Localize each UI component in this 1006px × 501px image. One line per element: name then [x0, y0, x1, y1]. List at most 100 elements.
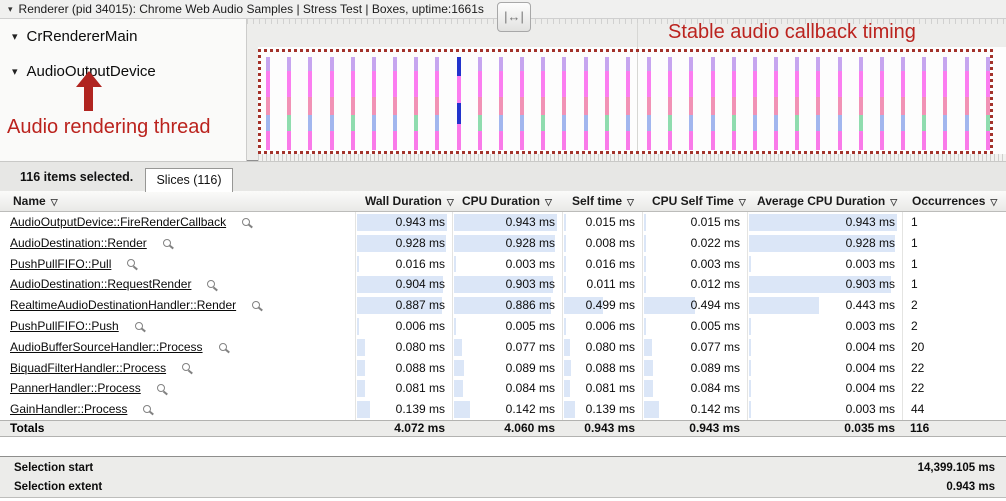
- duration-cell: 0.004 ms: [747, 358, 902, 379]
- selection-start-label: Selection start: [14, 459, 93, 478]
- occurrences-cell: 1: [902, 233, 1006, 254]
- zoom-to-selection-button[interactable]: |↔|: [497, 2, 531, 32]
- totals-label: Totals: [0, 421, 355, 436]
- duration-cell: 0.008 ms: [562, 233, 642, 254]
- magnifier-icon[interactable]: [252, 301, 260, 309]
- magnifier-icon[interactable]: [219, 343, 227, 351]
- value-bar: [454, 401, 470, 418]
- name-cell: AudioOutputDevice::FireRenderCallback: [0, 212, 355, 233]
- magnifier-icon[interactable]: [242, 218, 250, 226]
- table-row[interactable]: PushPullFIFO::Pull0.016 ms0.003 ms0.016 …: [0, 254, 1006, 275]
- sort-triangle-icon[interactable]: ▽: [739, 197, 746, 207]
- collapse-triangle-icon[interactable]: ▾: [8, 4, 13, 15]
- column-header-self[interactable]: Self time▽: [562, 191, 642, 211]
- column-header-name[interactable]: Name ▽: [0, 191, 355, 211]
- tab-slices[interactable]: Slices (116): [145, 168, 233, 192]
- column-header-cpu[interactable]: CPU Duration▽: [452, 191, 562, 211]
- sort-triangle-icon[interactable]: ▽: [627, 197, 634, 207]
- duration-cell: 0.012 ms: [642, 274, 747, 295]
- sort-triangle-icon[interactable]: ▽: [890, 197, 897, 207]
- slice-name-link[interactable]: RealtimeAudioDestinationHandler::Render: [10, 298, 236, 312]
- occurrences-cell: 22: [902, 358, 1006, 379]
- duration-cell: 0.035 ms: [747, 421, 902, 436]
- duration-cell: 0.080 ms: [355, 337, 452, 358]
- slice-name-link[interactable]: AudioDestination::RequestRender: [10, 277, 191, 291]
- value-bar: [644, 380, 653, 397]
- column-header-occ[interactable]: Occurrences▽: [902, 191, 1006, 211]
- duration-value: 0.084 ms: [506, 378, 555, 399]
- duration-value: 0.943 ms: [584, 421, 635, 436]
- selection-info-bar: 116 items selected. Slices (116): [0, 161, 1006, 191]
- magnifier-icon[interactable]: [157, 384, 165, 392]
- table-row[interactable]: AudioBufferSourceHandler::Process 0.080 m…: [0, 337, 1006, 358]
- name-cell: BiquadFilterHandler::Process: [0, 358, 355, 379]
- table-row[interactable]: BiquadFilterHandler::Process0.088 ms0.08…: [0, 358, 1006, 379]
- value-bar: [564, 318, 566, 335]
- occurrences-cell: 1: [902, 274, 1006, 295]
- value-bar: [357, 339, 365, 356]
- slice-name-link[interactable]: GainHandler::Process: [10, 402, 127, 416]
- thread-audiooutputdevice[interactable]: ▾ AudioOutputDevice: [0, 59, 246, 83]
- magnifier-icon[interactable]: [163, 239, 171, 247]
- duration-value: 0.081 ms: [586, 378, 635, 399]
- duration-cell: 4.060 ms: [452, 421, 562, 436]
- duration-value: 0.006 ms: [586, 316, 635, 337]
- duration-cell: 0.139 ms: [355, 399, 452, 420]
- duration-cell: 0.003 ms: [747, 316, 902, 337]
- duration-value: 0.928 ms: [506, 233, 555, 254]
- table-row[interactable]: PannerHandler::Process 0.081 ms 0.084 ms 0.…: [0, 378, 1006, 399]
- duration-cell: 0.006 ms: [355, 316, 452, 337]
- column-header-label: Name: [13, 194, 46, 208]
- table-row[interactable]: AudioOutputDevice::FireRenderCallback 0.9…: [0, 212, 1006, 233]
- magnifier-icon[interactable]: [127, 259, 135, 267]
- slice-name-link[interactable]: PannerHandler::Process: [10, 381, 141, 395]
- slice-name-link[interactable]: AudioDestination::Render: [10, 236, 147, 250]
- magnifier-icon[interactable]: [135, 322, 143, 330]
- table-row[interactable]: PushPullFIFO::Push0.006 ms0.005 ms0.006 …: [0, 316, 1006, 337]
- magnifier-icon[interactable]: [143, 405, 151, 413]
- table-row[interactable]: GainHandler::Process0.139 ms0.142 ms0.13…: [0, 399, 1006, 420]
- duration-value: 0.015 ms: [586, 212, 635, 233]
- trace-track-area[interactable]: Stable audio callback timing: [247, 19, 1006, 161]
- occurrences-cell: 2: [902, 295, 1006, 316]
- collapse-triangle-icon[interactable]: ▾: [12, 30, 18, 43]
- duration-value: 0.081 ms: [396, 378, 445, 399]
- name-cell: RealtimeAudioDestinationHandler::Render: [0, 295, 355, 316]
- slice-name-link[interactable]: AudioBufferSourceHandler::Process: [10, 340, 203, 354]
- slice-name-link[interactable]: PushPullFIFO::Push: [10, 319, 119, 333]
- selection-extent-value: 0.943 ms: [946, 478, 995, 497]
- value-bar: [357, 256, 359, 273]
- duration-value: 0.016 ms: [586, 254, 635, 275]
- duration-cell: 0.088 ms: [562, 358, 642, 379]
- magnifier-icon[interactable]: [182, 363, 190, 371]
- duration-value: 0.903 ms: [506, 274, 555, 295]
- table-row[interactable]: RealtimeAudioDestinationHandler::Render 0…: [0, 295, 1006, 316]
- collapse-triangle-icon[interactable]: ▾: [12, 65, 18, 78]
- value-bar: [644, 235, 646, 252]
- column-header-avg[interactable]: Average CPU Duration▽: [747, 191, 902, 211]
- slice-name-link[interactable]: PushPullFIFO::Pull: [10, 257, 111, 271]
- table-row[interactable]: AudioDestination::RequestRender0.904 ms0…: [0, 274, 1006, 295]
- column-header-wall[interactable]: Wall Duration▽: [355, 191, 452, 211]
- value-bar: [357, 380, 365, 397]
- duration-value: 0.499 ms: [586, 295, 635, 316]
- value-bar: [564, 401, 575, 418]
- table-row[interactable]: AudioDestination::Render0.928 ms0.928 ms…: [0, 233, 1006, 254]
- duration-cell: 0.003 ms: [747, 399, 902, 420]
- column-header-cpuself[interactable]: CPU Self Time▽: [642, 191, 747, 211]
- slice-name-link[interactable]: AudioOutputDevice::FireRenderCallback: [10, 215, 226, 229]
- sort-triangle-icon[interactable]: ▽: [545, 197, 552, 207]
- occurrences-cell: 44: [902, 399, 1006, 420]
- value-bar: [749, 360, 751, 377]
- duration-cell: 0.943 ms: [452, 212, 562, 233]
- sort-triangle-icon[interactable]: ▽: [51, 197, 58, 207]
- duration-value: 0.003 ms: [846, 254, 895, 275]
- value-bar: [749, 256, 751, 273]
- thread-crrenderermain[interactable]: ▾ CrRendererMain: [0, 19, 246, 47]
- sort-triangle-icon[interactable]: ▽: [990, 197, 997, 207]
- name-cell: PushPullFIFO::Push: [0, 316, 355, 337]
- value-bar: [454, 380, 463, 397]
- annotation-arrow-shaft: [84, 85, 93, 111]
- magnifier-icon[interactable]: [207, 280, 215, 288]
- slice-name-link[interactable]: BiquadFilterHandler::Process: [10, 361, 166, 375]
